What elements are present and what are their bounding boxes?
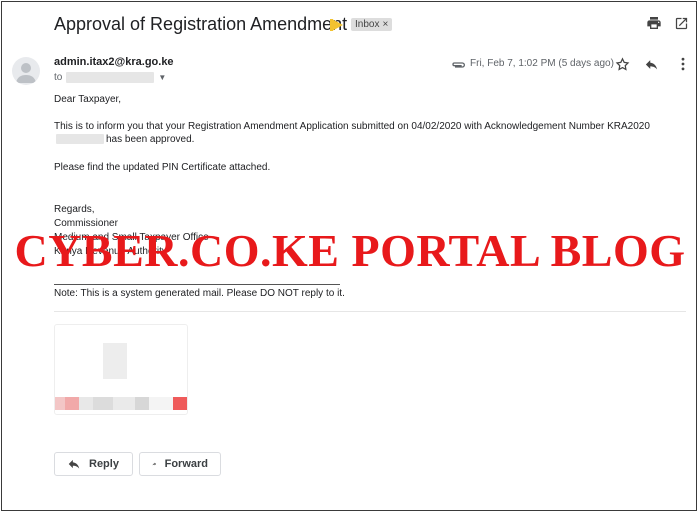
reply-button[interactable]: Reply [54,452,133,476]
attachment-thumbnail [103,343,127,379]
reply-button-icon [68,459,80,469]
attachment-name-redacted [55,397,187,410]
system-note: Note: This is a system generated mail. P… [54,288,345,299]
regards-text: Regards, [54,204,95,215]
attachment-icon [451,58,467,76]
open-in-new-window-icon[interactable] [672,14,690,32]
ack-number-redacted [56,134,104,145]
attachment-card[interactable] [54,324,188,415]
recipient-line[interactable]: to ▼ [54,72,166,83]
main-paragraph: This is to inform you that your Registra… [54,120,694,146]
email-subject: Approval of Registration Amendment [54,14,348,34]
to-prefix: to [54,72,63,83]
chevron-down-icon[interactable]: ▼ [158,73,166,82]
main-text-end: has been approved. [106,134,195,145]
inbox-label-chip[interactable]: Inbox × [351,18,393,31]
forward-button-icon [152,462,157,466]
reply-button-label: Reply [89,458,119,470]
watermark-text: CYBER.CO.KE PORTAL BLOG [14,225,686,276]
find-attached-text: Please find the updated PIN Certificate … [54,162,271,173]
sender-address[interactable]: admin.itax2@kra.go.ke [54,56,174,68]
print-icon[interactable] [645,14,663,32]
star-icon[interactable] [613,55,631,73]
forward-button[interactable]: Forward [139,452,221,476]
recipient-redacted [66,72,155,83]
more-vert-icon[interactable] [674,55,692,73]
avatar-icon[interactable] [12,57,40,85]
inbox-label-text: Inbox [355,19,380,30]
importance-marker-icon[interactable] [330,19,343,31]
greeting: Dear Taxpayer, [54,94,122,105]
attachment-divider [54,311,686,312]
main-text: This is to inform you that your Registra… [54,121,650,132]
remove-label-icon[interactable]: × [382,19,388,30]
forward-button-label: Forward [164,458,208,470]
reply-icon[interactable] [642,55,660,73]
signature-divider [54,284,340,285]
email-date: Fri, Feb 7, 1:02 PM (5 days ago) [470,58,614,69]
